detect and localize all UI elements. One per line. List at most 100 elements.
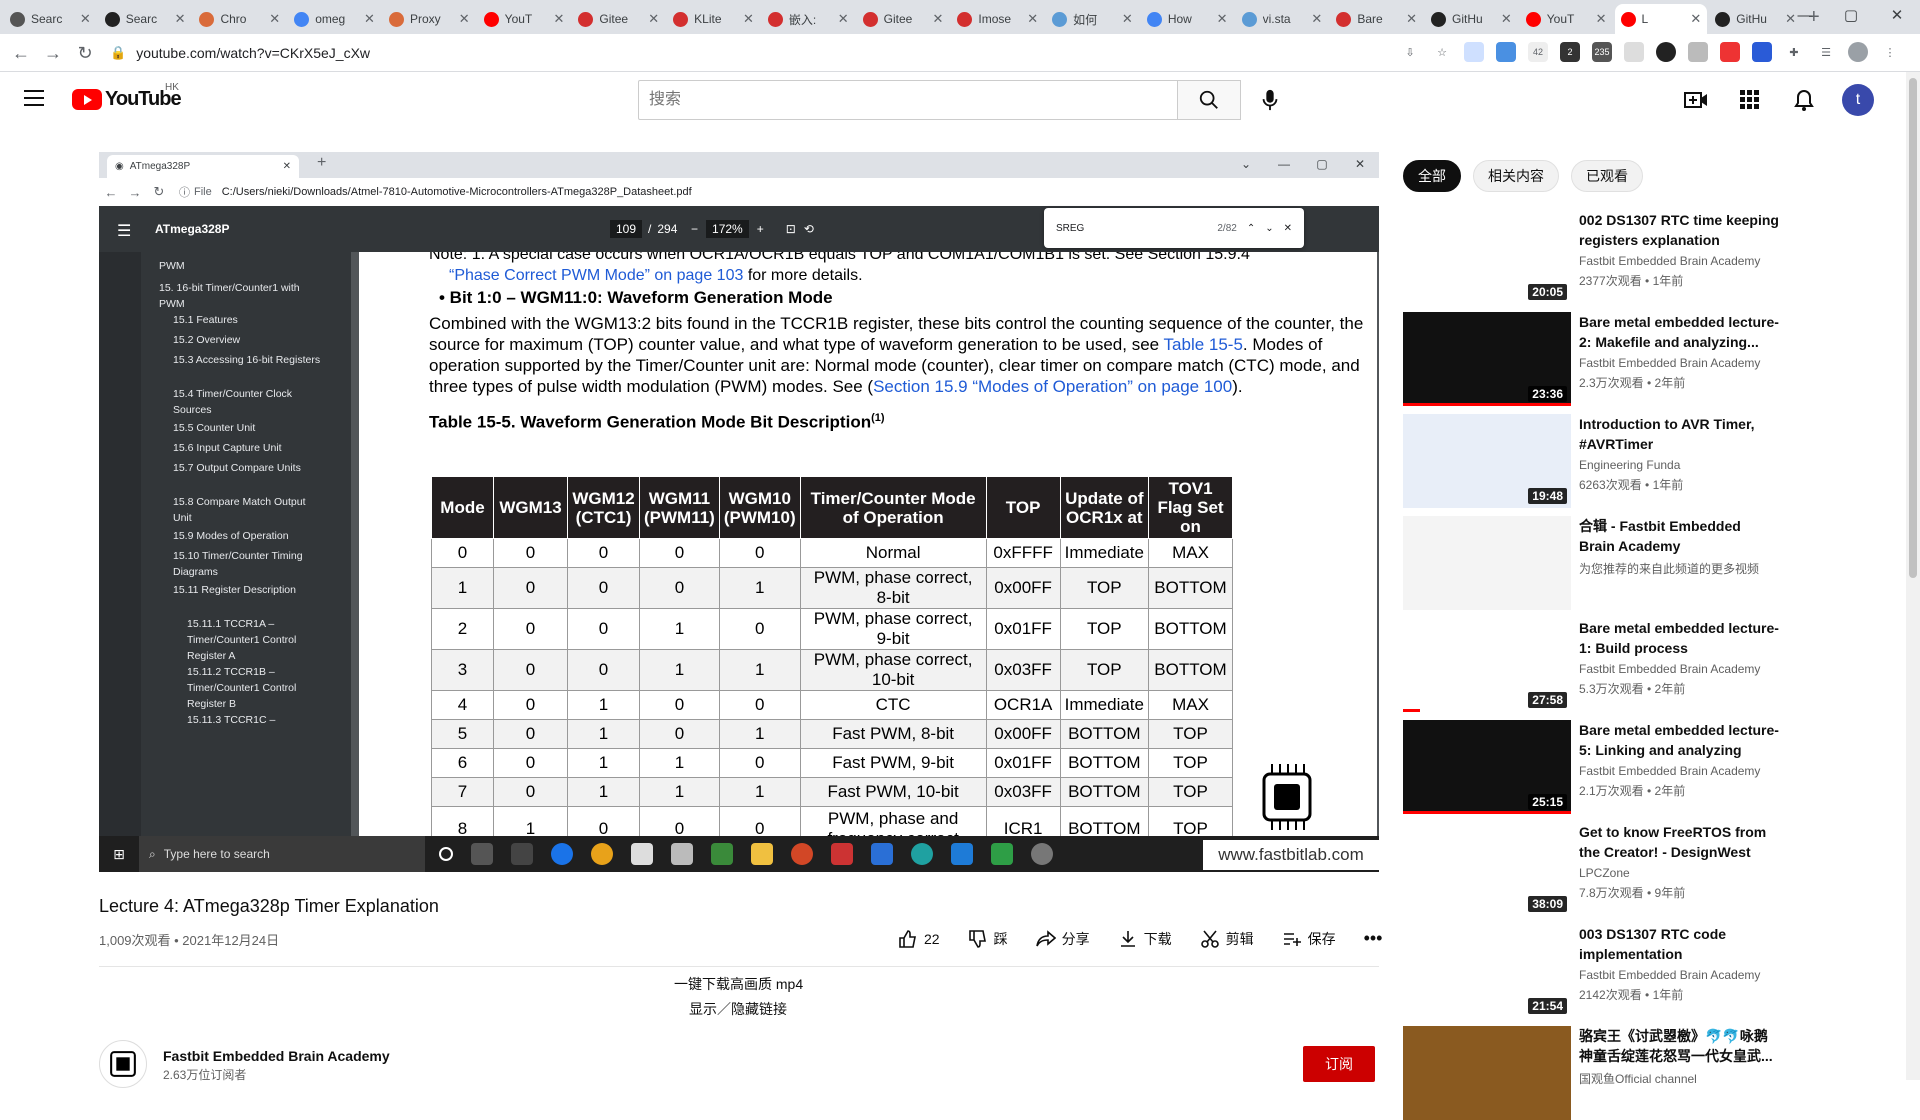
channel-name[interactable]: 国观鱼Official channel [1579, 1070, 1697, 1087]
close-icon[interactable]: ✕ [838, 11, 849, 27]
toc-item[interactable]: 15.1 Features [173, 312, 323, 328]
save-button[interactable]: 保存 [1282, 929, 1336, 949]
close-icon[interactable]: ✕ [743, 11, 754, 27]
toc-item[interactable]: 15.2 Overview [173, 332, 323, 348]
video-player[interactable]: ◉ ATmega328P ✕ + ⌄ — ▢ ✕ ← → ↻ ⓘ File C:/User… [99, 152, 1379, 872]
browser-tab[interactable]: Proxy ✕ [383, 4, 476, 34]
browser-tab[interactable]: vi.sta ✕ [1236, 4, 1329, 34]
browser-tab[interactable]: Imose ✕ [951, 4, 1044, 34]
browser-tab[interactable]: omeg ✕ [288, 4, 381, 34]
toc-item[interactable]: 15.10 Timer/Counter Timing Diagrams [173, 548, 323, 580]
close-icon[interactable]: ✕ [1122, 11, 1133, 27]
extension-icon[interactable] [1752, 42, 1772, 62]
youtube-logo[interactable]: YouTube HK [72, 82, 182, 111]
forward-button[interactable]: → [40, 40, 66, 66]
recommended-video[interactable]: 20:05 002 DS1307 RTC time keeping registe… [1403, 210, 1883, 304]
recommended-video[interactable]: 25:15 Bare metal embedded lecture-5: Link… [1403, 720, 1883, 814]
video-thumbnail[interactable]: 21:54 [1403, 924, 1571, 1018]
toc-item[interactable]: 15.5 Counter Unit [173, 420, 323, 436]
close-icon[interactable]: ✕ [1501, 11, 1512, 27]
browser-tab[interactable]: L ✕ [1614, 4, 1708, 34]
browser-tab[interactable]: KLite ✕ [667, 4, 760, 34]
channel-name[interactable]: Fastbit Embedded Brain Academy [1579, 662, 1760, 676]
url-field[interactable]: 🔒 youtube.com/watch?v=CKrX5eJ_cXw [110, 38, 1410, 68]
menu-icon[interactable]: ⋮ [1880, 42, 1900, 62]
extension-badge[interactable]: 2 [1560, 42, 1580, 62]
browser-tab[interactable]: Bare ✕ [1330, 4, 1423, 34]
filter-chip[interactable]: 全部 [1403, 160, 1461, 192]
extension-badge[interactable]: 42 [1528, 42, 1548, 62]
close-icon[interactable]: ✕ [459, 11, 470, 27]
filter-chip[interactable]: 相关内容 [1473, 160, 1559, 192]
recommended-video[interactable]: 38:09 Get to know FreeRTOS from the Creat… [1403, 822, 1883, 916]
toc-item[interactable]: 15.3 Accessing 16-bit Registers [173, 352, 323, 368]
toc-item[interactable]: 15.11.2 TCCR1B – Timer/Counter1 Control … [187, 664, 337, 712]
clip-button[interactable]: 剪辑 [1200, 929, 1254, 949]
close-icon[interactable]: ✕ [80, 11, 91, 27]
toc-item[interactable]: 15.6 Input Capture Unit [173, 440, 323, 456]
close-icon[interactable]: ✕ [1027, 11, 1038, 27]
channel-name[interactable]: LPCZone [1579, 866, 1630, 880]
channel-name[interactable]: Fastbit Embedded Brain Academy [1579, 254, 1760, 268]
browser-tab[interactable]: GitHu ✕ [1425, 4, 1518, 34]
video-title[interactable]: 002 DS1307 RTC time keeping registers ex… [1579, 210, 1779, 250]
maximize-button[interactable]: ▢ [1828, 0, 1874, 34]
browser-tab[interactable]: 如何 ✕ [1046, 4, 1139, 34]
like-button[interactable]: 22 [898, 929, 940, 949]
extension-icon[interactable] [1688, 42, 1708, 62]
toc-item[interactable]: 15.7 Output Compare Units [173, 460, 323, 476]
close-icon[interactable]: ✕ [364, 11, 375, 27]
video-thumbnail[interactable]: 20:05 [1403, 210, 1571, 304]
browser-tab[interactable]: Chro ✕ [193, 4, 286, 34]
video-thumbnail[interactable] [1403, 1026, 1571, 1120]
reload-button[interactable]: ↻ [72, 40, 98, 66]
close-icon[interactable]: ✕ [1596, 11, 1607, 27]
close-icon[interactable]: ✕ [554, 11, 565, 27]
puzzle-icon[interactable]: ✚ [1784, 42, 1804, 62]
dislike-button[interactable]: 踩 [968, 929, 1008, 949]
github-icon[interactable] [1656, 42, 1676, 62]
browser-tab[interactable]: Searc ✕ [99, 4, 192, 34]
toc-item[interactable]: 15. 16-bit Timer/Counter1 with PWM [159, 280, 309, 312]
browser-tab[interactable]: YouT ✕ [478, 4, 571, 34]
close-icon[interactable]: ✕ [648, 11, 659, 27]
browser-tab[interactable]: Gitee ✕ [572, 4, 665, 34]
browser-tab[interactable]: Searc ✕ [4, 4, 97, 34]
extension-icon[interactable] [1720, 42, 1740, 62]
video-title[interactable]: 合辑 - Fastbit Embedded Brain Academy [1579, 516, 1779, 556]
notifications-button[interactable] [1788, 84, 1820, 116]
recommended-video[interactable]: 19:48 Introduction to AVR Timer, #AVRTime… [1403, 414, 1883, 508]
channel-avatar[interactable] [99, 1040, 147, 1088]
menu-icon[interactable] [24, 90, 44, 111]
bookmark-star-icon[interactable]: ☆ [1432, 42, 1452, 62]
close-icon[interactable]: ✕ [175, 11, 186, 27]
channel-name[interactable]: Fastbit Embedded Brain Academy [1579, 356, 1760, 370]
recommended-video[interactable]: 23:36 Bare metal embedded lecture-2: Make… [1403, 312, 1883, 406]
extension-icon[interactable] [1464, 42, 1484, 62]
install-icon[interactable]: ⇩ [1400, 42, 1420, 62]
video-thumbnail[interactable]: 38:09 [1403, 822, 1571, 916]
video-title[interactable]: 骆宾王《讨武曌檄》🐬🐬咏鹅神童舌绽莲花怒骂一代女皇武... [1579, 1026, 1779, 1066]
video-title[interactable]: Introduction to AVR Timer, #AVRTimer [1579, 414, 1779, 454]
video-title[interactable]: Get to know FreeRTOS from the Creator! -… [1579, 822, 1779, 862]
toc-item[interactable]: PWM [159, 258, 309, 274]
page-scrollbar[interactable] [1906, 72, 1920, 1080]
subscribe-button[interactable]: 订阅 [1303, 1046, 1375, 1082]
reading-list-icon[interactable]: ☰ [1816, 42, 1836, 62]
extension-icon[interactable] [1496, 42, 1516, 62]
recommended-video[interactable]: 21:54 003 DS1307 RTC code implementation F… [1403, 924, 1883, 1018]
avatar[interactable]: t [1842, 84, 1874, 116]
video-thumbnail[interactable]: 25:15 [1403, 720, 1571, 814]
recommended-video[interactable]: 骆宾王《讨武曌檄》🐬🐬咏鹅神童舌绽莲花怒骂一代女皇武... 国观鱼Official… [1403, 1026, 1883, 1120]
mic-button[interactable] [1254, 84, 1286, 116]
apps-button[interactable] [1734, 84, 1766, 116]
close-window-button[interactable]: ✕ [1874, 0, 1920, 34]
profile-icon[interactable] [1848, 42, 1868, 62]
create-video-button[interactable] [1680, 84, 1712, 116]
extension-icon[interactable] [1624, 42, 1644, 62]
toc-item[interactable]: 15.8 Compare Match Output Unit [173, 494, 323, 526]
search-input[interactable] [638, 80, 1178, 120]
toc-item[interactable]: 15.4 Timer/Counter Clock Sources [173, 386, 323, 418]
channel-name[interactable]: Engineering Funda [1579, 458, 1680, 472]
more-button[interactable]: ••• [1364, 928, 1383, 949]
